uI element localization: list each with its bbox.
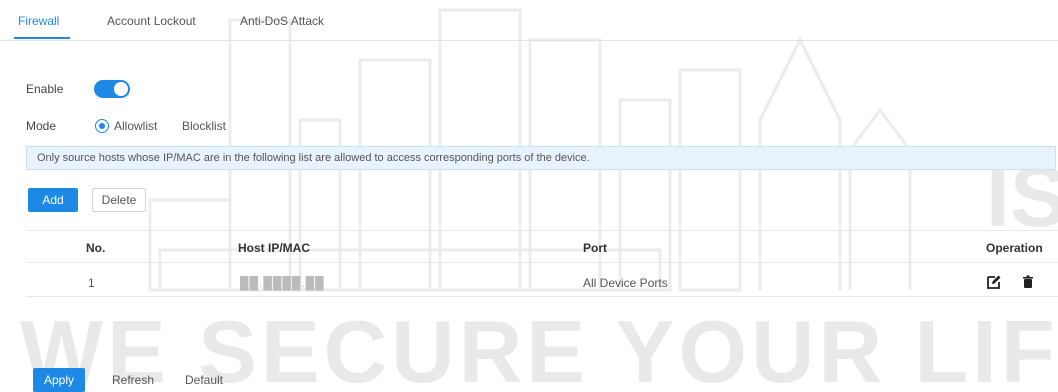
column-header-host: Host IP/MAC (238, 241, 310, 255)
edit-icon[interactable] (986, 274, 1002, 290)
tab-firewall[interactable]: Firewall (18, 14, 59, 28)
firewall-page: Firewall Account Lockout Anti-DoS Attack… (0, 0, 1058, 392)
delete-icon[interactable] (1020, 274, 1036, 290)
column-header-no: No. (86, 241, 106, 255)
default-button[interactable]: Default (176, 368, 232, 392)
tab-bar: Firewall Account Lockout Anti-DoS Attack (0, 0, 1058, 41)
row-host: ██.████.██ (240, 276, 325, 290)
column-header-port: Port (583, 241, 607, 255)
refresh-button[interactable]: Refresh (106, 368, 160, 392)
toggle-knob (114, 82, 128, 96)
enable-label: Enable (26, 82, 64, 96)
table-top-border (26, 230, 1058, 231)
allowlist-radio[interactable] (95, 119, 109, 133)
tab-anti-dos-attack[interactable]: Anti-DoS Attack (240, 14, 324, 28)
delete-button[interactable]: Delete (92, 188, 146, 212)
column-header-operation: Operation (986, 241, 1043, 255)
table-row-divider (26, 296, 1058, 297)
add-button[interactable]: Add (28, 188, 78, 212)
allowlist-label[interactable]: Allowlist (114, 119, 157, 133)
row-port: All Device Ports (583, 276, 668, 290)
allowlist-notice: Only source hosts whose IP/MAC are in th… (26, 146, 1056, 170)
active-tab-indicator (14, 37, 70, 39)
apply-button[interactable]: Apply (33, 368, 85, 392)
blocklist-label[interactable]: Blocklist (182, 119, 226, 133)
tab-account-lockout[interactable]: Account Lockout (107, 14, 196, 28)
table-header-divider (26, 262, 1058, 263)
mode-label: Mode (26, 119, 57, 133)
enable-toggle[interactable] (94, 80, 130, 98)
row-no: 1 (88, 276, 95, 290)
